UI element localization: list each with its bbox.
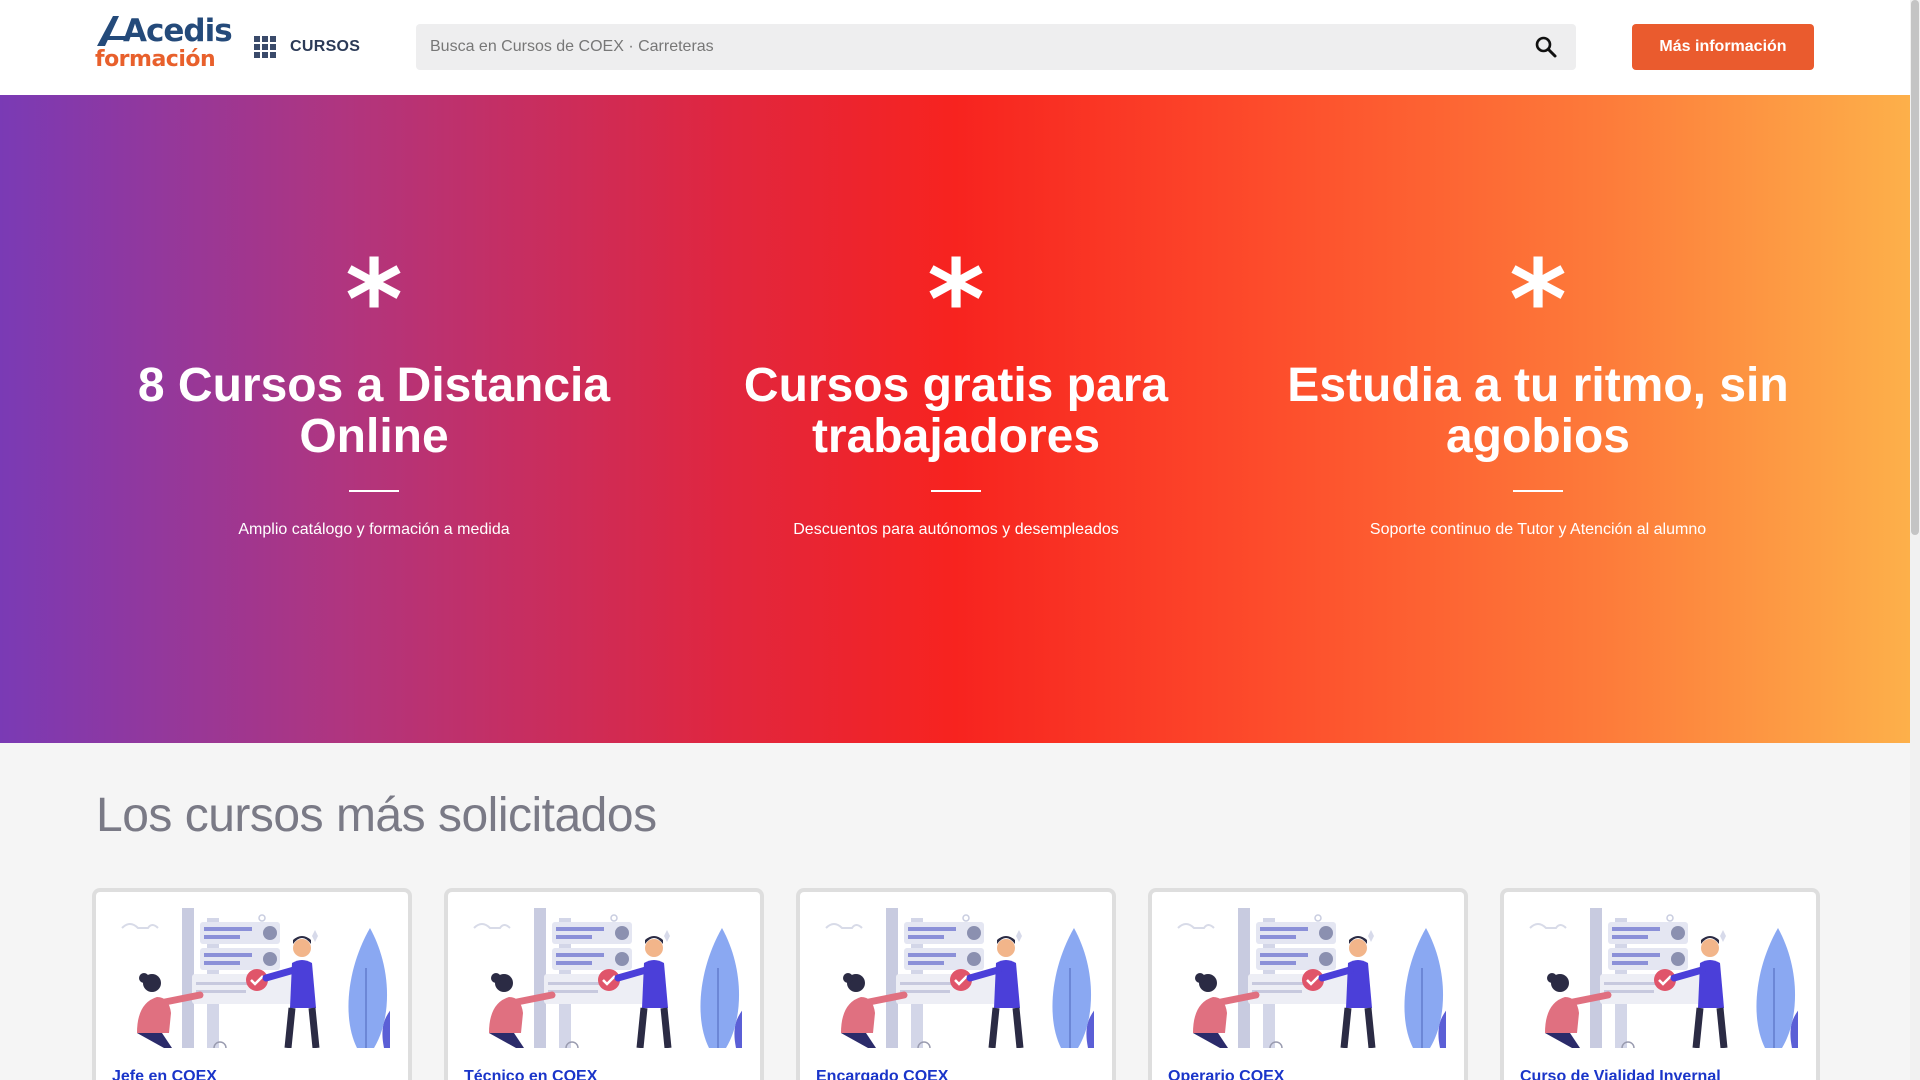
page-scrollbar[interactable] bbox=[1910, 0, 1920, 1080]
courses-menu-button[interactable]: CURSOS bbox=[254, 34, 360, 60]
more-info-button[interactable]: Más información bbox=[1632, 24, 1814, 70]
course-card[interactable]: Encargado COEX bbox=[796, 888, 1116, 1080]
hero-banner: * 8 Cursos a Distancia Online Amplio cat… bbox=[0, 95, 1910, 743]
hero-feature-title: 8 Cursos a Distancia Online bbox=[137, 359, 611, 463]
course-card[interactable]: Operario COEX bbox=[1148, 888, 1468, 1080]
search-bar bbox=[416, 24, 1576, 70]
acedis-logo[interactable]: Acedis formación bbox=[95, 14, 233, 74]
site-header: Acedis formación CURSOS Más información bbox=[0, 0, 1910, 95]
course-card-title[interactable]: Encargado COEX bbox=[816, 1068, 948, 1080]
course-illustration bbox=[464, 908, 742, 1048]
course-card-title[interactable]: Operario COEX bbox=[1168, 1068, 1284, 1080]
apps-grid-icon bbox=[254, 36, 276, 58]
hero-feature: * 8 Cursos a Distancia Online Amplio cat… bbox=[94, 95, 654, 743]
logo-wordmark-bottom: formación bbox=[95, 47, 216, 72]
asterisk-icon: * bbox=[1509, 236, 1567, 364]
course-card-title[interactable]: Jefe en COEX bbox=[112, 1068, 217, 1080]
hero-divider bbox=[931, 490, 981, 492]
asterisk-icon: * bbox=[927, 236, 985, 364]
hero-divider bbox=[349, 490, 399, 492]
search-input[interactable] bbox=[416, 24, 1516, 70]
course-card[interactable]: Jefe en COEX bbox=[92, 888, 412, 1080]
course-card[interactable]: Curso de Vialidad Invernal bbox=[1500, 888, 1820, 1080]
course-card-title[interactable]: Curso de Vialidad Invernal bbox=[1520, 1068, 1721, 1080]
page: Acedis formación CURSOS Más información … bbox=[0, 0, 1910, 1080]
course-illustration bbox=[1520, 908, 1798, 1048]
hero-feature-title: Cursos gratis para trabajadores bbox=[743, 359, 1169, 463]
hero-feature-title: Estudia a tu ritmo, sin agobios bbox=[1287, 359, 1789, 463]
asterisk-icon: * bbox=[345, 236, 403, 364]
course-card-title[interactable]: Técnico en COEX bbox=[464, 1068, 597, 1080]
course-card[interactable]: Técnico en COEX bbox=[444, 888, 764, 1080]
course-illustration bbox=[1168, 908, 1446, 1048]
hero-feature-subtitle: Descuentos para autónomos y desempleados bbox=[793, 521, 1119, 538]
hero-feature: * Cursos gratis para trabajadores Descue… bbox=[676, 95, 1236, 743]
search-icon[interactable] bbox=[1534, 35, 1558, 59]
hero-feature-subtitle: Soporte continuo de Tutor y Atención al … bbox=[1369, 521, 1707, 538]
courses-menu-label: CURSOS bbox=[290, 38, 361, 55]
hero-feature: * Estudia a tu ritmo, sin agobios Soport… bbox=[1258, 95, 1818, 743]
hero-divider bbox=[1513, 490, 1563, 492]
scrollbar-thumb[interactable] bbox=[1911, 0, 1919, 535]
course-illustration bbox=[816, 908, 1094, 1048]
hero-feature-subtitle: Amplio catálogo y formación a medida bbox=[238, 521, 510, 538]
section-title: Los cursos más solicitados bbox=[96, 789, 657, 842]
logo-wordmark-top: Acedis bbox=[123, 13, 233, 49]
course-illustration bbox=[112, 908, 390, 1048]
